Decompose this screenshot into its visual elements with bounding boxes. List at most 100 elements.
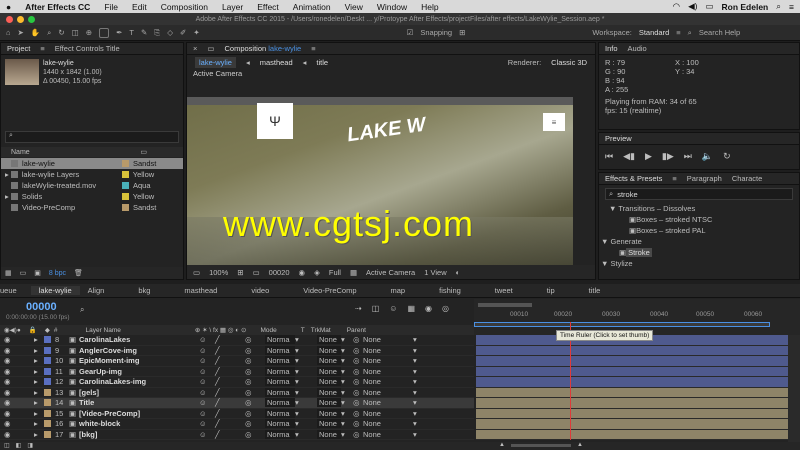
lock-column-icon[interactable]: 🔒 — [29, 326, 37, 334]
layer-name[interactable]: [gels] — [79, 388, 199, 397]
3d-layer-icon[interactable]: ◎ — [245, 346, 265, 355]
layer-name[interactable]: CarolinaLakes — [79, 335, 199, 344]
channels-icon[interactable]: ◈ — [314, 268, 320, 277]
list-item[interactable]: Video-PreComp Sandst — [1, 202, 183, 213]
trash-icon[interactable]: 🗑 — [74, 269, 83, 277]
roto-tool-icon[interactable]: ✐ — [180, 28, 186, 37]
mode-arrow-icon[interactable]: ▾ — [295, 356, 317, 365]
current-time-display[interactable]: 00000 — [26, 301, 57, 313]
mode-select[interactable]: Norma — [265, 366, 295, 376]
minimize-window-button[interactable] — [17, 16, 24, 23]
trkmat-arrow-icon[interactable]: ▾ — [341, 335, 353, 344]
quality-switch-icon[interactable]: ╱ — [215, 367, 245, 376]
trkmat-arrow-icon[interactable]: ▾ — [341, 346, 353, 355]
trkmat-select[interactable]: None — [317, 356, 341, 366]
mode-select[interactable]: Norma — [265, 335, 295, 345]
switches-column-icons[interactable]: ⊕ ✶ \ fx ▦ ◎ ◐ ⊙ — [195, 326, 247, 334]
tab-info[interactable]: Info — [605, 44, 618, 53]
breadcrumb-title[interactable]: title — [316, 58, 328, 67]
shy-switch-icon[interactable]: ☺ — [199, 356, 215, 365]
parent-select[interactable]: None — [363, 419, 413, 428]
renderer-select[interactable]: Classic 3D — [551, 58, 587, 67]
disclosure-triangle-icon[interactable]: ▸ — [34, 419, 44, 428]
parent-select[interactable]: None — [363, 335, 413, 344]
mode-arrow-icon[interactable]: ▾ — [295, 367, 317, 376]
table-row[interactable]: ◉ ▸ 8 ▣ CarolinaLakes ☺ ╱ ◎ Norma ▾ None ▾ ◎ None ▾ — [0, 335, 474, 346]
zoom-tool-icon[interactable]: ⌕ — [47, 28, 51, 38]
quality-switch-icon[interactable]: ╱ — [215, 356, 245, 365]
battery-icon[interactable]: ▭ — [705, 1, 713, 12]
last-frame-icon[interactable]: ⏭ — [684, 151, 692, 162]
label-swatch[interactable] — [44, 336, 51, 344]
table-row[interactable]: ◉ ▸ 11 ▣ GearUp-img ☺ ╱ ◎ Norma ▾ None ▾ ◎ None ▾ — [0, 366, 474, 377]
parent-select[interactable]: None — [363, 409, 413, 418]
quality-switch-icon[interactable]: ╱ — [215, 335, 245, 344]
tab-preview[interactable]: Preview — [605, 134, 632, 143]
parent-arrow-icon[interactable]: ▾ — [413, 409, 417, 418]
quality-switch-icon[interactable]: ╱ — [215, 346, 245, 355]
list-item[interactable]: lake-wylie Sandst — [1, 158, 183, 169]
shape-tool-icon[interactable] — [99, 27, 110, 38]
tab-character[interactable]: Characte — [732, 174, 762, 183]
pickwhip-icon[interactable]: ◎ — [353, 335, 363, 344]
layer-name[interactable]: EpicMoment-img — [79, 356, 199, 365]
breadcrumb-lake-wylie[interactable]: lake-wylie — [195, 56, 236, 68]
trkmat-select[interactable]: None — [317, 335, 341, 345]
list-item[interactable]: ▼ Generate — [599, 236, 799, 247]
pickwhip-icon[interactable]: ◎ — [353, 388, 363, 397]
parent-select[interactable]: None — [363, 377, 413, 386]
apple-menu-icon[interactable]: ● — [6, 2, 11, 12]
snapshot-icon[interactable]: ◉ — [299, 268, 306, 277]
disclosure-triangle-icon[interactable]: ▸ — [34, 356, 44, 365]
shy-switch-icon[interactable]: ☺ — [199, 398, 215, 407]
hand-tool-icon[interactable]: ✋ — [31, 28, 40, 37]
toggle-switches-icon[interactable]: ◫ — [4, 442, 10, 450]
previous-frame-icon[interactable]: ◀▮ — [623, 151, 635, 162]
menu-layer[interactable]: Layer — [222, 2, 243, 12]
mode-arrow-icon[interactable]: ▾ — [295, 335, 317, 344]
table-row[interactable]: ◉ ▸ 16 ▣ white-block ☺ ╱ ◎ Norma ▾ None ▾ ◎ None ▾ — [0, 419, 474, 430]
visibility-eye-icon[interactable]: ◉ — [0, 377, 34, 386]
workspace-menu-icon[interactable]: ≡ — [676, 28, 680, 37]
play-icon[interactable]: ▶ — [645, 151, 652, 162]
disclosure-triangle-icon[interactable]: ▸ — [34, 377, 44, 386]
new-composition-icon[interactable]: ▣ — [34, 269, 41, 277]
tab-project[interactable]: Project — [7, 44, 30, 53]
list-item[interactable]: ▼ Stylize — [599, 258, 799, 269]
disclosure-triangle-icon[interactable]: ▸ — [34, 346, 44, 355]
tab-effect-controls[interactable]: Effect Controls Title — [55, 44, 120, 53]
tab-align[interactable]: Align — [80, 286, 131, 295]
panel-menu-icon[interactable]: ≡ — [672, 174, 676, 183]
snap-options-icon[interactable]: ⊞ — [459, 28, 465, 37]
label-column-icon[interactable]: ▭ — [140, 148, 147, 156]
tab-masthead[interactable]: masthead — [176, 286, 243, 295]
breadcrumb-masthead[interactable]: masthead — [260, 58, 293, 67]
parent-select[interactable]: None — [363, 367, 413, 376]
mode-select[interactable]: Norma — [265, 408, 295, 418]
menu-animation[interactable]: Animation — [293, 2, 331, 12]
mode-arrow-icon[interactable]: ▾ — [295, 388, 317, 397]
trkmat-arrow-icon[interactable]: ▾ — [341, 367, 353, 376]
reset-exposure-icon[interactable]: ◐ — [456, 268, 461, 277]
layer-duration-bar[interactable] — [476, 408, 788, 419]
column-trkmat[interactable]: TrkMat — [311, 327, 331, 334]
clone-tool-icon[interactable]: ⎘ — [154, 28, 160, 38]
time-ruler-area[interactable]: 00010 00020 00030 00040 00050 00060 Time… — [474, 299, 800, 341]
graph-editor-icon[interactable]: ◎ — [442, 304, 449, 313]
parent-arrow-icon[interactable]: ▾ — [413, 367, 417, 376]
layer-name[interactable]: CarolinaLakes-img — [79, 377, 199, 386]
visibility-eye-icon[interactable]: ◉ — [0, 419, 34, 428]
shy-switch-icon[interactable]: ☺ — [199, 409, 215, 418]
brush-tool-icon[interactable]: ✎ — [141, 28, 147, 37]
label-swatch[interactable] — [44, 367, 51, 375]
mode-select[interactable]: Norma — [265, 429, 295, 439]
zoom-out-icon[interactable]: ▲ — [499, 442, 505, 450]
layer-duration-bar[interactable] — [476, 345, 788, 356]
quality-switch-icon[interactable]: ╱ — [215, 419, 245, 428]
search-help-icon[interactable]: ⌕ — [688, 28, 692, 38]
mode-arrow-icon[interactable]: ▾ — [295, 398, 317, 407]
trkmat-arrow-icon[interactable]: ▾ — [341, 377, 353, 386]
shy-switch-icon[interactable]: ☺ — [199, 335, 215, 344]
pickwhip-icon[interactable]: ◎ — [353, 346, 363, 355]
trkmat-select[interactable]: None — [317, 387, 341, 397]
